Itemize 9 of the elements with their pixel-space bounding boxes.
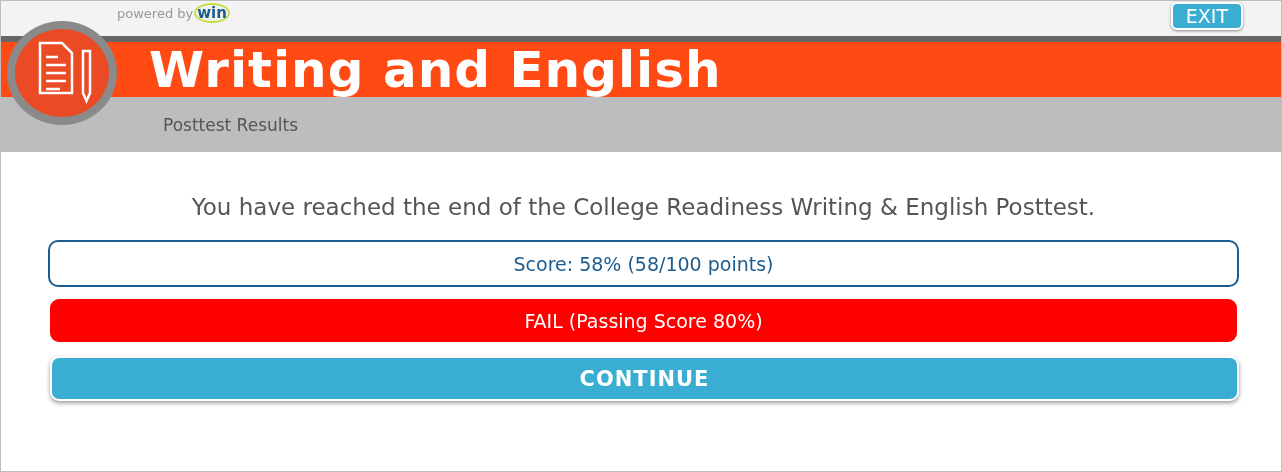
completion-message: You have reached the end of the College Readiness Writing & English Posttest. [190, 194, 1097, 220]
powered-by-text: powered by [117, 5, 194, 21]
result-banner: FAIL (Passing Score 80%) [50, 299, 1237, 342]
exit-button[interactable]: EXIT [1170, 2, 1243, 30]
page-title: Writing and English [149, 40, 722, 99]
continue-button[interactable]: CONTINUE [50, 356, 1239, 401]
score-panel: Score: 58% (58/100 points) [48, 240, 1239, 287]
brand-logo: win [196, 5, 228, 21]
page-subtitle: Posttest Results [163, 114, 298, 135]
